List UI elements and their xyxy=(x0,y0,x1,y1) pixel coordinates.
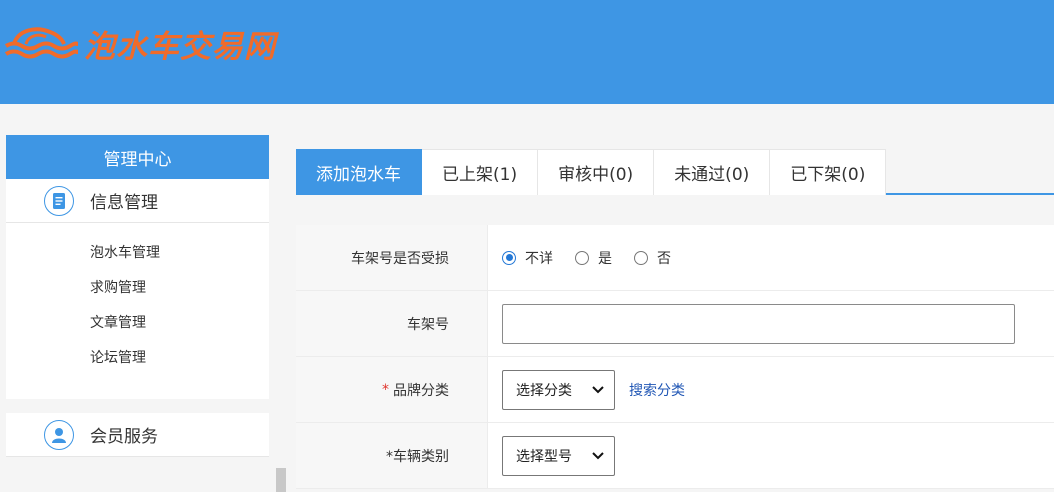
main-content: 添加泡水车 已上架(1) 审核中(0) 未通过(0) 已下架(0) 车架号是否受… xyxy=(296,149,1054,489)
radio-no[interactable]: 否 xyxy=(634,248,671,268)
select-value: 选择分类 xyxy=(516,382,572,399)
wave-logo-icon xyxy=(4,27,78,59)
radio-yes[interactable]: 是 xyxy=(575,248,612,268)
type-select[interactable]: 选择型号 xyxy=(502,435,615,476)
tab-add-car[interactable]: 添加泡水车 xyxy=(296,149,422,195)
required-mark: * xyxy=(382,381,389,398)
scrollbar-thumb[interactable] xyxy=(276,468,286,492)
document-icon xyxy=(44,185,74,216)
sidebar-item-purchase-manage[interactable]: 求购管理 xyxy=(6,274,269,309)
vin-input[interactable] xyxy=(502,303,1015,344)
sidebar-section-member-header[interactable]: 会员服务 xyxy=(6,413,269,457)
form-row-vin: 车架号 xyxy=(296,291,1054,357)
radio-dot[interactable] xyxy=(634,250,648,265)
sidebar-item-article-manage[interactable]: 文章管理 xyxy=(6,309,269,344)
sidebar-section-info-header[interactable]: 信息管理 xyxy=(6,179,269,223)
sidebar-section-label: 信息管理 xyxy=(90,193,158,213)
sidebar-list: 泡水车管理 求购管理 文章管理 论坛管理 xyxy=(6,223,269,399)
select-value: 选择型号 xyxy=(516,448,572,465)
damage-radio-group: 不详 是 否 xyxy=(488,225,1054,290)
radio-label: 不详 xyxy=(525,250,553,267)
form-row-damage: 车架号是否受损 不详 是 否 xyxy=(296,225,1054,291)
car-form: 车架号是否受损 不详 是 否 车架号 * 品牌分类 选择分类 搜索分类 *车辆类… xyxy=(296,225,1054,489)
logo-text: 泡水车交易网 xyxy=(84,28,276,65)
tab-reviewing[interactable]: 审核中(0) xyxy=(538,149,655,195)
search-category-link[interactable]: 搜索分类 xyxy=(629,380,685,400)
radio-label: 是 xyxy=(598,250,612,267)
radio-dot[interactable] xyxy=(575,250,589,265)
field-label: *车辆类别 xyxy=(296,423,488,488)
field-label: * 品牌分类 xyxy=(296,357,488,422)
tab-bar: 添加泡水车 已上架(1) 审核中(0) 未通过(0) 已下架(0) xyxy=(296,149,1054,195)
field-label-text: 品牌分类 xyxy=(393,382,449,399)
logo[interactable]: 泡水车交易网 xyxy=(4,22,276,65)
sidebar-section-label: 会员服务 xyxy=(90,427,158,447)
form-row-brand: * 品牌分类 选择分类 搜索分类 xyxy=(296,357,1054,423)
sidebar-item-forum-manage[interactable]: 论坛管理 xyxy=(6,344,269,379)
sidebar-title[interactable]: 管理中心 xyxy=(6,135,269,179)
tab-listed[interactable]: 已上架(1) xyxy=(422,149,539,195)
sidebar-section-info: 信息管理 泡水车管理 求购管理 文章管理 论坛管理 xyxy=(6,179,269,399)
chevron-down-icon xyxy=(592,385,604,393)
sidebar: 管理中心 信息管理 泡水车管理 求购管理 文章管理 论坛管理 会员服务 xyxy=(6,135,269,457)
radio-dot-checked[interactable] xyxy=(502,250,516,265)
sidebar-section-member: 会员服务 xyxy=(6,413,269,457)
header: 泡水车交易网 xyxy=(0,0,1054,104)
tab-rejected[interactable]: 未通过(0) xyxy=(654,149,771,195)
field-label: 车架号是否受损 xyxy=(296,225,488,290)
sidebar-item-car-manage[interactable]: 泡水车管理 xyxy=(6,239,269,274)
user-icon xyxy=(44,419,74,450)
tab-delisted[interactable]: 已下架(0) xyxy=(770,149,887,195)
radio-label: 否 xyxy=(657,250,671,267)
field-label: 车架号 xyxy=(296,291,488,356)
radio-unknown[interactable]: 不详 xyxy=(502,248,553,268)
brand-select[interactable]: 选择分类 xyxy=(502,369,615,410)
chevron-down-icon xyxy=(592,451,604,459)
form-row-type: *车辆类别 选择型号 xyxy=(296,423,1054,489)
